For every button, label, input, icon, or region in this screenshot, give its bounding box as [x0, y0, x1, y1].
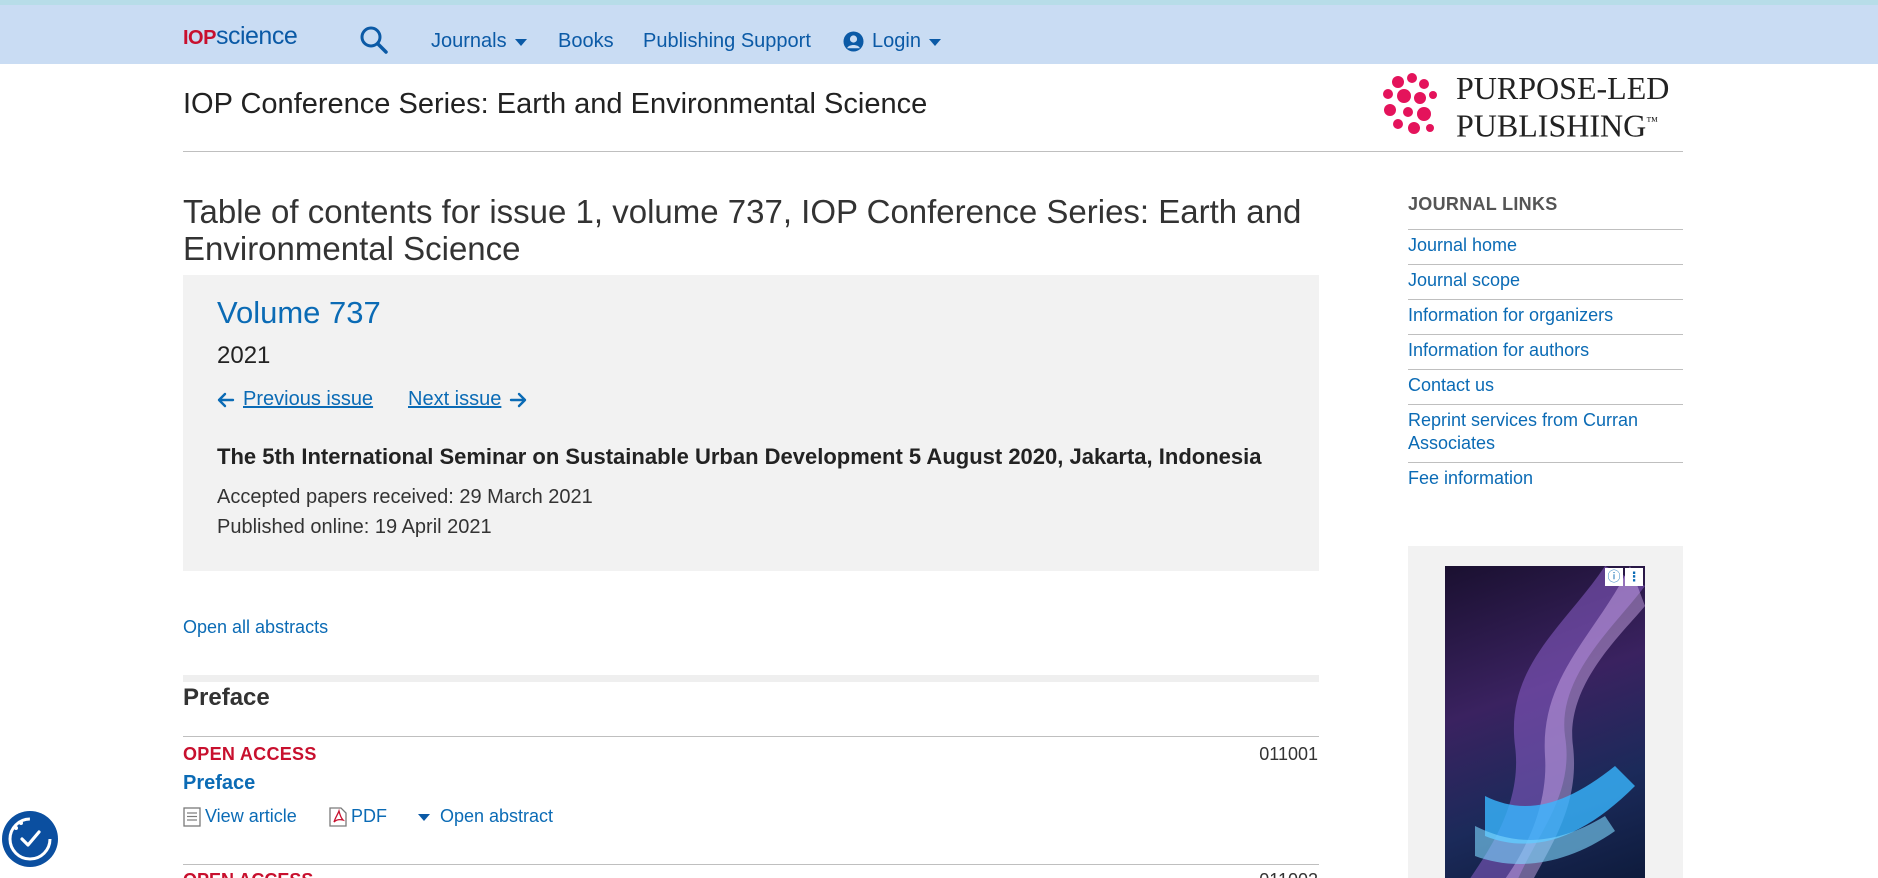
journal-link-organizers[interactable]: Information for organizers: [1408, 299, 1683, 334]
arrow-left-icon: [217, 392, 235, 407]
more-vertical-icon[interactable]: ⋮: [1625, 568, 1643, 586]
open-abstract-label: Open abstract: [440, 806, 554, 826]
nav-books-label: Books: [558, 30, 614, 52]
nav-publishing-support[interactable]: Publishing Support: [643, 30, 811, 53]
search-icon[interactable]: [358, 24, 390, 56]
advertisement-panel: ⓘ ⋮: [1408, 546, 1683, 878]
pdf-label: PDF: [351, 806, 387, 826]
ad-artwork: [1470, 566, 1645, 878]
view-article-link[interactable]: View article: [183, 806, 297, 827]
issue-year: 2021: [217, 342, 271, 369]
nav-journals[interactable]: Journals: [431, 30, 527, 53]
article-title-link[interactable]: Preface: [183, 772, 255, 795]
view-article-label: View article: [205, 806, 297, 826]
next-issue-label: Next issue: [408, 388, 502, 410]
journal-link-scope[interactable]: Journal scope: [1408, 264, 1683, 299]
wordmark-line-1: PURPOSE-LED: [1456, 70, 1670, 106]
nav-publishing-support-label: Publishing Support: [643, 30, 811, 52]
previous-issue-label: Previous issue: [243, 388, 374, 410]
open-all-abstracts-link[interactable]: Open all abstracts: [183, 617, 328, 638]
article-icon: [183, 806, 201, 827]
user-circle-icon: [843, 31, 864, 52]
page-title: Table of contents for issue 1, volume 73…: [183, 193, 1302, 267]
journal-link-reprint[interactable]: Reprint services from Curran Associates: [1408, 404, 1683, 462]
nav-login-label: Login: [872, 30, 921, 52]
article-divider: [183, 864, 1319, 865]
journal-title[interactable]: IOP Conference Series: Earth and Environ…: [183, 88, 927, 121]
chevron-down-icon: [514, 39, 527, 46]
nav-books[interactable]: Books: [558, 30, 614, 53]
article-number: 011002: [1259, 870, 1318, 878]
advertisement-image[interactable]: ⓘ ⋮: [1445, 566, 1645, 878]
section-band: [183, 675, 1319, 682]
top-navbar: IOPscience Journals Books Publishing Sup…: [0, 5, 1878, 64]
journal-link-home[interactable]: Journal home: [1408, 229, 1683, 264]
nav-journals-label: Journals: [431, 30, 507, 52]
journal-link-authors[interactable]: Information for authors: [1408, 334, 1683, 369]
nav-login[interactable]: Login: [843, 30, 941, 53]
open-abstract-toggle[interactable]: Open abstract: [418, 806, 553, 827]
journal-link-contact[interactable]: Contact us: [1408, 369, 1683, 404]
open-access-badge: OPEN ACCESS: [183, 870, 313, 878]
volume-heading: Volume 737: [217, 295, 381, 330]
wordmark-line-2: PUBLISHING™: [1456, 107, 1658, 144]
pdf-link[interactable]: PDF: [329, 806, 387, 827]
section-divider: [183, 736, 1319, 737]
conference-title: The 5th International Seminar on Sustain…: [217, 444, 1262, 469]
journal-link-fees[interactable]: Fee information: [1408, 462, 1683, 497]
next-issue-link[interactable]: Next issue: [408, 388, 527, 411]
iopscience-logo[interactable]: IOPscience: [183, 22, 298, 51]
arrow-right-icon: [510, 392, 527, 407]
dots-logo-icon: [1383, 73, 1437, 134]
journal-links-list: Journal home Journal scope Information f…: [1408, 229, 1683, 497]
open-access-badge: OPEN ACCESS: [183, 744, 317, 764]
purpose-led-publishing-wordmark: PURPOSE-LED PUBLISHING™: [1456, 72, 1669, 143]
accepted-date: Accepted papers received: 29 March 2021: [217, 486, 593, 508]
issue-info-panel: Volume 737 2021 Previous issue Next issu…: [183, 275, 1319, 571]
caret-down-icon: [418, 814, 430, 821]
accessibility-icon: [8, 817, 52, 861]
section-title: Preface: [183, 684, 270, 711]
pdf-icon: [329, 806, 347, 827]
header-divider: [183, 151, 1683, 152]
info-icon[interactable]: ⓘ: [1605, 568, 1623, 586]
journal-links-heading: JOURNAL LINKS: [1408, 194, 1558, 214]
published-date: Published online: 19 April 2021: [217, 516, 492, 538]
previous-issue-link[interactable]: Previous issue: [217, 388, 373, 411]
article-number: 011001: [1259, 744, 1318, 764]
accessibility-widget-button[interactable]: [2, 811, 58, 867]
chevron-down-icon: [928, 39, 941, 46]
